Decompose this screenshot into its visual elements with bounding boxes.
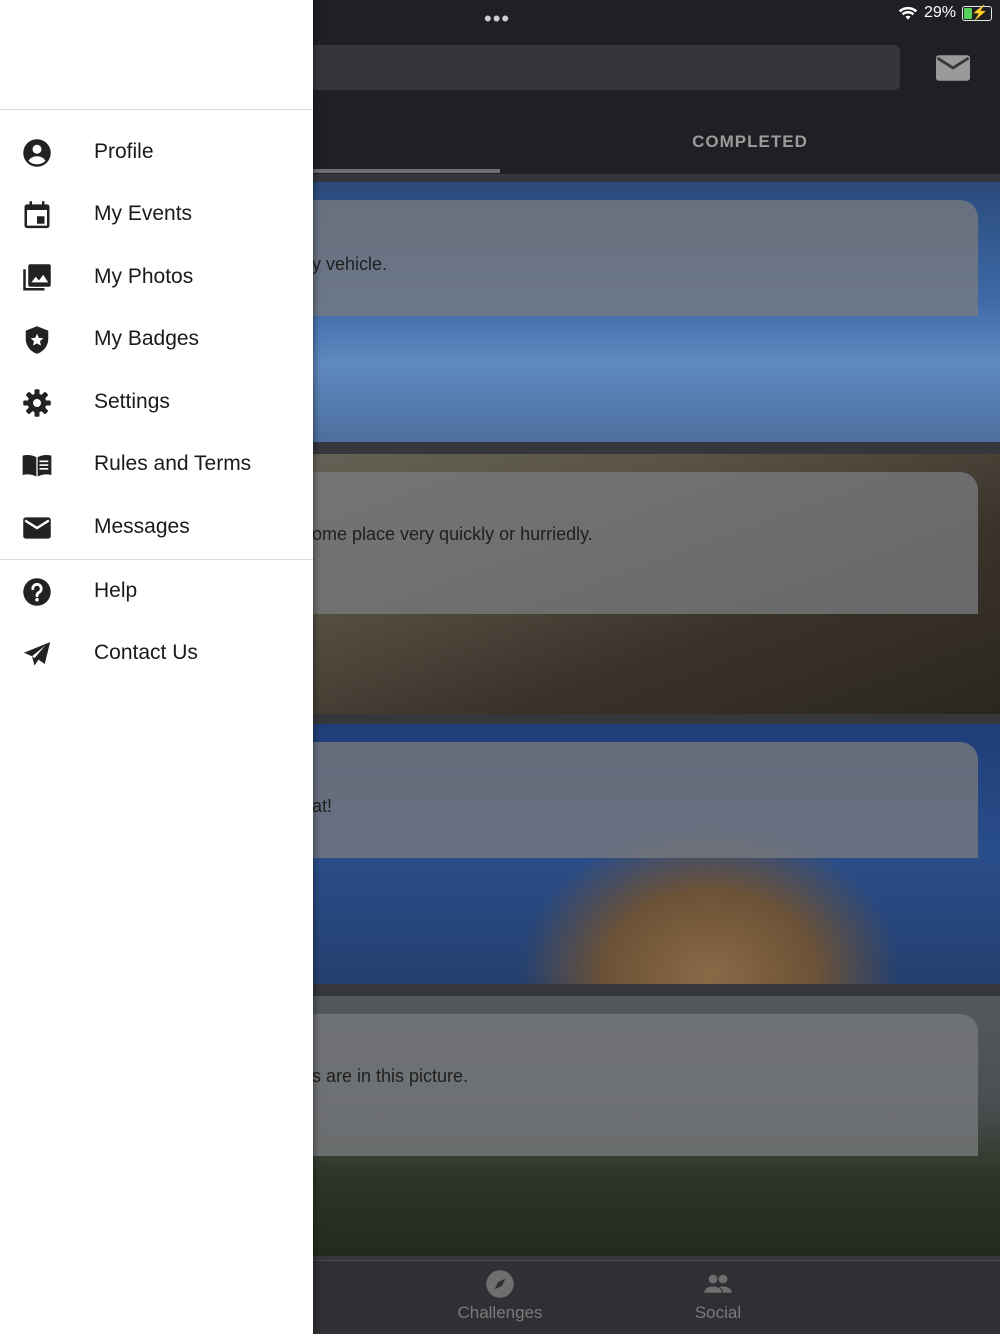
challenge-text: at!: [312, 796, 333, 816]
menu-item-label: Contact Us: [94, 641, 198, 664]
menu-item-my-photos[interactable]: My Photos: [0, 246, 313, 308]
mail-icon: [23, 517, 51, 539]
nav-challenges[interactable]: Challenges: [440, 1269, 560, 1323]
tab-completed[interactable]: COMPLETED: [500, 110, 1000, 174]
nav-social[interactable]: Social: [658, 1269, 778, 1323]
account-circle-icon: [23, 139, 51, 167]
help-circle-icon: [23, 578, 51, 606]
menu-item-label: My Badges: [94, 327, 200, 350]
nav-social-label: Social: [694, 1303, 742, 1322]
compass-icon: [486, 1270, 514, 1298]
multitask-dots[interactable]: •••: [484, 6, 510, 32]
battery-icon: ⚡: [962, 3, 992, 21]
menu-item-settings[interactable]: Settings: [0, 371, 313, 433]
wifi-icon: [898, 6, 918, 20]
charging-bolt-icon: ⚡: [971, 3, 989, 20]
menu-item-profile[interactable]: Profile: [0, 121, 313, 183]
status-indicators: 29% ⚡: [898, 4, 992, 22]
menu-item-rules-and-terms[interactable]: Rules and Terms: [0, 433, 313, 495]
navigation-drawer: Profile My Events My Photos My Badges Se…: [0, 0, 313, 1334]
send-icon: [23, 642, 51, 666]
menu-item-label: Messages: [94, 515, 190, 538]
menu-item-label: Profile: [94, 140, 154, 163]
menu-item-label: My Events: [94, 202, 193, 225]
people-icon: [704, 1274, 732, 1293]
gear-icon: [23, 389, 51, 417]
menu-item-my-badges[interactable]: My Badges: [0, 308, 313, 370]
drawer-header: [0, 0, 313, 110]
challenge-text: ome place very quickly or hurriedly.: [312, 524, 593, 544]
menu-item-label: Settings: [94, 390, 170, 413]
menu-item-help[interactable]: Help: [0, 560, 313, 622]
challenge-text: s are in this picture.: [312, 1066, 469, 1086]
menu-item-label: Help: [94, 579, 138, 602]
battery-percent: 29%: [923, 4, 956, 21]
nav-challenges-label: Challenges: [457, 1303, 543, 1322]
mail-icon[interactable]: [936, 55, 970, 81]
photo-library-icon: [23, 264, 51, 291]
book-icon: [22, 454, 52, 477]
menu-item-messages[interactable]: Messages: [0, 496, 313, 558]
menu-item-label: Rules and Terms: [94, 452, 252, 475]
shield-star-icon: [25, 326, 49, 354]
menu-item-my-events[interactable]: My Events: [0, 183, 313, 245]
menu-item-label: My Photos: [94, 265, 194, 288]
challenge-text: y vehicle.: [312, 254, 388, 274]
calendar-icon: [24, 201, 50, 229]
menu-item-contact-us[interactable]: Contact Us: [0, 622, 313, 684]
